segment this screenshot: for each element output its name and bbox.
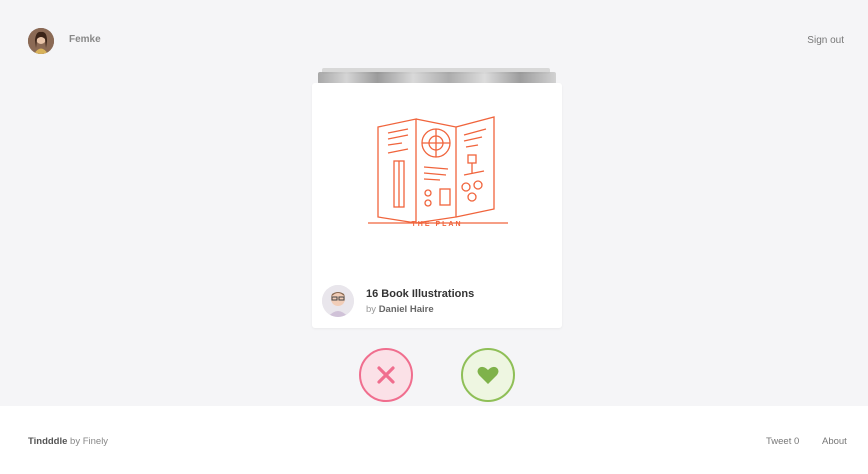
footer: Tindddle by Finely Tweet 0 About xyxy=(0,406,868,474)
brand-by[interactable]: by Finely xyxy=(70,436,108,447)
brand-name[interactable]: Tindddle xyxy=(28,436,67,447)
tweet-count: 0 xyxy=(794,436,800,447)
nope-button[interactable] xyxy=(359,348,413,402)
book-illustration-image xyxy=(368,116,508,224)
about-link[interactable]: About xyxy=(822,436,847,447)
author-photo-icon xyxy=(322,285,354,317)
illustration-caption: THE PLAN xyxy=(411,221,463,228)
by-prefix: by xyxy=(366,304,377,315)
avatar-photo-icon xyxy=(28,28,54,54)
tweet-label: Tweet xyxy=(766,436,792,447)
author-name[interactable]: Daniel Haire xyxy=(379,304,434,315)
username[interactable]: Femke xyxy=(69,34,101,45)
author-avatar[interactable] xyxy=(322,285,354,317)
shot-card[interactable]: THE PLAN 16 Book Illustrations by Daniel… xyxy=(312,83,562,328)
brand-credit: Tindddle by Finely xyxy=(28,436,108,447)
like-button[interactable] xyxy=(461,348,515,402)
shot-author-line: by Daniel Haire xyxy=(366,304,434,315)
sign-out-link[interactable]: Sign out xyxy=(807,35,844,46)
tweet-button[interactable]: Tweet 0 xyxy=(766,436,799,447)
shot-title[interactable]: 16 Book Illustrations xyxy=(366,288,474,300)
user-avatar[interactable] xyxy=(28,28,54,54)
heart-icon xyxy=(477,366,499,384)
close-icon xyxy=(377,366,395,384)
